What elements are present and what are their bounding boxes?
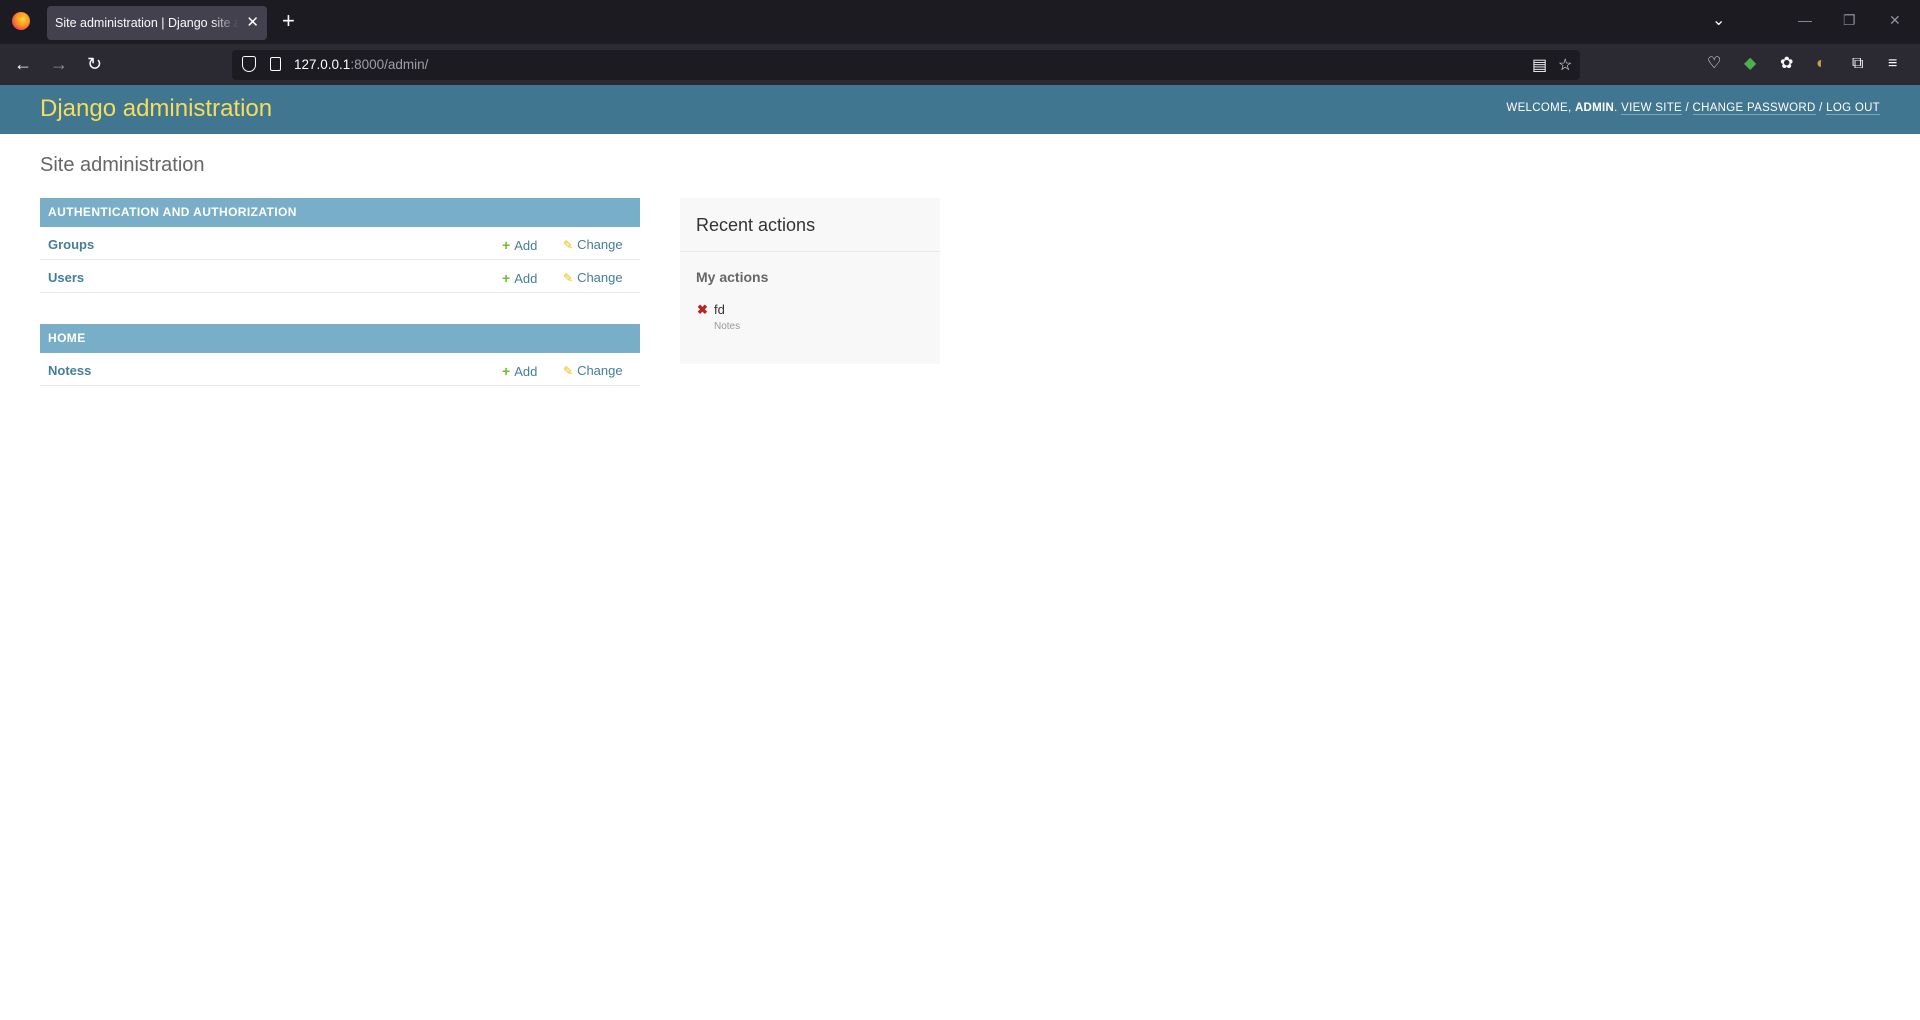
change-users-link[interactable]: ✎ Change xyxy=(563,270,623,285)
site-branding[interactable]: Django administration xyxy=(40,95,272,123)
minimize-icon[interactable]: — xyxy=(1798,12,1812,28)
change-notess-link[interactable]: ✎ Change xyxy=(563,363,623,378)
change-password-link[interactable]: Change password xyxy=(1692,102,1816,115)
chevron-down-icon[interactable]: ⌄ xyxy=(1712,10,1725,30)
recent-actions-title: Recent actions xyxy=(696,215,816,235)
recent-actions-panel: Recent actions My actions ✖ fd Notes xyxy=(680,198,940,364)
url-text[interactable]: 127.0.0.1:8000/admin/ xyxy=(294,57,428,72)
my-actions-heading: My actions xyxy=(696,269,769,285)
close-window-icon[interactable]: ✕ xyxy=(1889,12,1901,29)
extension-colorful-icon[interactable]: ◆ xyxy=(1744,53,1756,75)
new-tab-icon[interactable]: + xyxy=(282,10,295,32)
app-module-auth: Authentication and Authorization Groups … xyxy=(40,198,640,293)
pocket-icon[interactable]: ♡ xyxy=(1707,53,1721,75)
model-link-users[interactable]: Users xyxy=(48,270,84,285)
pencil-icon: ✎ xyxy=(563,271,574,285)
module-caption[interactable]: Home xyxy=(40,324,640,353)
recent-action-type: Notes xyxy=(714,321,741,332)
forward-icon[interactable]: → xyxy=(50,53,68,75)
browser-tab-bar: Site administration | Django site admin … xyxy=(0,0,1920,44)
firefox-logo-icon xyxy=(12,12,30,30)
tab-title: Site administration | Django site admin xyxy=(55,16,239,30)
model-row-notess: Notess + Add ✎ Change xyxy=(40,353,640,386)
url-bar[interactable]: 127.0.0.1:8000/admin/ ▤ ☆ xyxy=(232,50,1580,80)
app-module-home: Home Notess + Add ✎ Change xyxy=(40,324,640,386)
page-icon[interactable] xyxy=(270,57,281,71)
restore-icon[interactable]: ❐ xyxy=(1843,12,1856,29)
menu-icon[interactable]: ≡ xyxy=(1888,53,1897,75)
log-out-link[interactable]: Log out xyxy=(1826,102,1880,115)
cookie-icon[interactable]: ✿ xyxy=(1780,53,1793,75)
reload-icon[interactable]: ↻ xyxy=(87,53,102,75)
site-header: Django administration Welcome, admin. Vi… xyxy=(0,85,1920,134)
tab-close-icon[interactable]: ✕ xyxy=(246,6,259,40)
pencil-icon: ✎ xyxy=(563,238,574,252)
welcome-text: Welcome, xyxy=(1506,102,1572,114)
bookmark-star-icon[interactable]: ☆ xyxy=(1558,55,1572,75)
deletion-icon: ✖ xyxy=(697,302,708,317)
recent-action-item: fd xyxy=(714,302,725,317)
divider xyxy=(680,251,940,252)
view-site-link[interactable]: View site xyxy=(1621,102,1682,115)
add-groups-link[interactable]: + Add xyxy=(502,237,537,253)
change-groups-link[interactable]: ✎ Change xyxy=(563,237,623,252)
extension-icon[interactable]: ◐ xyxy=(1816,53,1826,75)
puzzle-icon[interactable]: ⧉ xyxy=(1852,53,1863,75)
model-row-groups: Groups + Add ✎ Change xyxy=(40,227,640,260)
plus-icon: + xyxy=(502,270,511,286)
plus-icon: + xyxy=(502,363,511,379)
model-link-notess[interactable]: Notess xyxy=(48,363,91,378)
pencil-icon: ✎ xyxy=(563,364,574,378)
user-tools: Welcome, admin. View site / Change passw… xyxy=(1506,102,1880,115)
add-users-link[interactable]: + Add xyxy=(502,270,537,286)
browser-nav-bar: ← → ↻ 127.0.0.1:8000/admin/ ▤ ☆ ♡ ◆ ✿ ◐ … xyxy=(0,44,1920,85)
browser-tab[interactable]: Site administration | Django site admin … xyxy=(47,6,267,40)
shield-icon[interactable] xyxy=(242,56,256,72)
reader-view-icon[interactable]: ▤ xyxy=(1532,55,1547,75)
model-link-groups[interactable]: Groups xyxy=(48,237,94,252)
plus-icon: + xyxy=(502,237,511,253)
back-icon[interactable]: ← xyxy=(14,53,32,75)
module-caption[interactable]: Authentication and Authorization xyxy=(40,198,640,227)
add-notess-link[interactable]: + Add xyxy=(502,363,537,379)
model-row-users: Users + Add ✎ Change xyxy=(40,260,640,293)
username: admin xyxy=(1574,102,1615,114)
page-title: Site administration xyxy=(40,154,205,176)
